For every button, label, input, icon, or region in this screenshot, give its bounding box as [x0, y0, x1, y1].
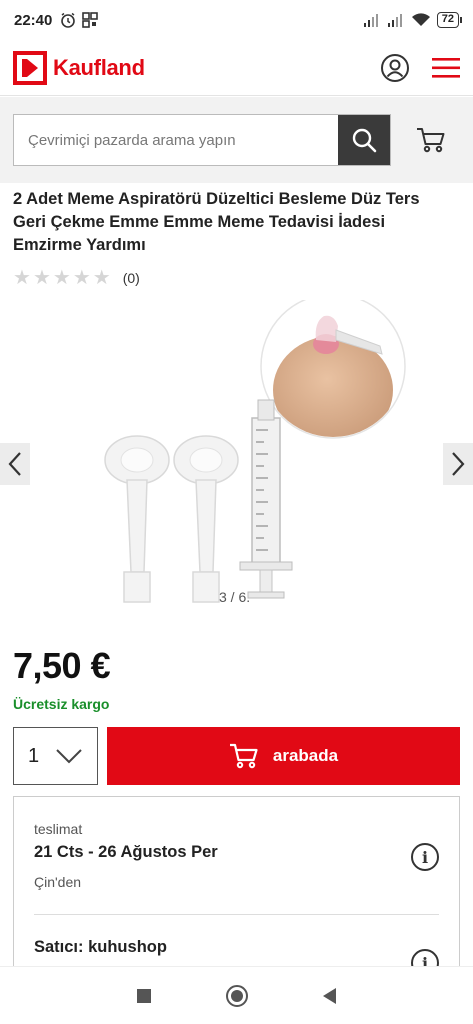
- site-header: Kaufland: [0, 40, 473, 96]
- logo-text: Kaufland: [53, 54, 145, 80]
- seller-name[interactable]: Satıcı: kuhushop: [34, 938, 167, 957]
- product-image: [104, 293, 406, 603]
- star-icon: ★: [52, 267, 71, 289]
- chevron-right-icon: [452, 452, 465, 476]
- search-box: [13, 114, 391, 166]
- signal-icon: [387, 14, 402, 27]
- info-icon[interactable]: i: [411, 843, 439, 871]
- wifi-icon: [411, 13, 430, 26]
- star-icon: ★: [13, 267, 31, 289]
- star-icon: ★: [32, 267, 51, 289]
- search-button[interactable]: [338, 115, 390, 165]
- gallery-prev-button[interactable]: [0, 443, 30, 485]
- delivery-date: 21 Cts - 26 Ağustos Per: [34, 843, 218, 861]
- product-price: 7,50 €: [13, 645, 111, 686]
- product-rating[interactable]: ★ ★ ★ ★ ★ (0): [13, 268, 140, 288]
- search-icon: [352, 128, 377, 153]
- search-bar: [0, 97, 473, 183]
- product-title: 2 Adet Meme Aspiratörü Düzeltici Besleme…: [13, 190, 420, 254]
- quantity-value: 1: [28, 744, 40, 767]
- status-bar: 22:40 72: [0, 0, 473, 40]
- gallery-next-button[interactable]: [443, 443, 473, 485]
- chevron-left-icon: [8, 452, 21, 476]
- cart-icon: [229, 743, 258, 769]
- home-button[interactable]: [226, 984, 248, 1007]
- signal-icon: [363, 14, 378, 27]
- system-nav-bar: [0, 966, 473, 1024]
- quantity-select[interactable]: 1: [13, 727, 98, 785]
- search-input[interactable]: [14, 115, 338, 165]
- status-time: 22:40: [14, 11, 53, 29]
- divider: [34, 914, 439, 915]
- delivery-label: teslimat: [34, 821, 83, 837]
- recent-apps-button[interactable]: [137, 988, 151, 1003]
- menu-icon[interactable]: [432, 57, 460, 79]
- cart-icon[interactable]: [416, 126, 446, 154]
- kaufland-logo[interactable]: Kaufland: [13, 50, 145, 85]
- logo-mark: [13, 50, 47, 85]
- add-to-cart-label: arabada: [272, 746, 339, 765]
- account-icon[interactable]: [380, 53, 410, 83]
- image-counter: 3 / 6.: [219, 589, 251, 605]
- back-button[interactable]: [323, 987, 336, 1004]
- product-image-gallery[interactable]: 3 / 6.: [0, 293, 473, 620]
- rating-count: (0): [122, 270, 140, 286]
- grid-icon: [82, 12, 99, 28]
- star-icon: ★: [72, 267, 91, 289]
- clock-icon: [61, 12, 76, 28]
- battery-icon: 72: [436, 12, 463, 28]
- chevron-down-icon: [56, 749, 82, 764]
- delivery-origin: Çin'den: [34, 874, 82, 890]
- shipping-info: Ücretsiz kargo: [13, 696, 110, 712]
- star-icon: ★: [92, 267, 111, 289]
- add-to-cart-button[interactable]: arabada: [107, 727, 460, 785]
